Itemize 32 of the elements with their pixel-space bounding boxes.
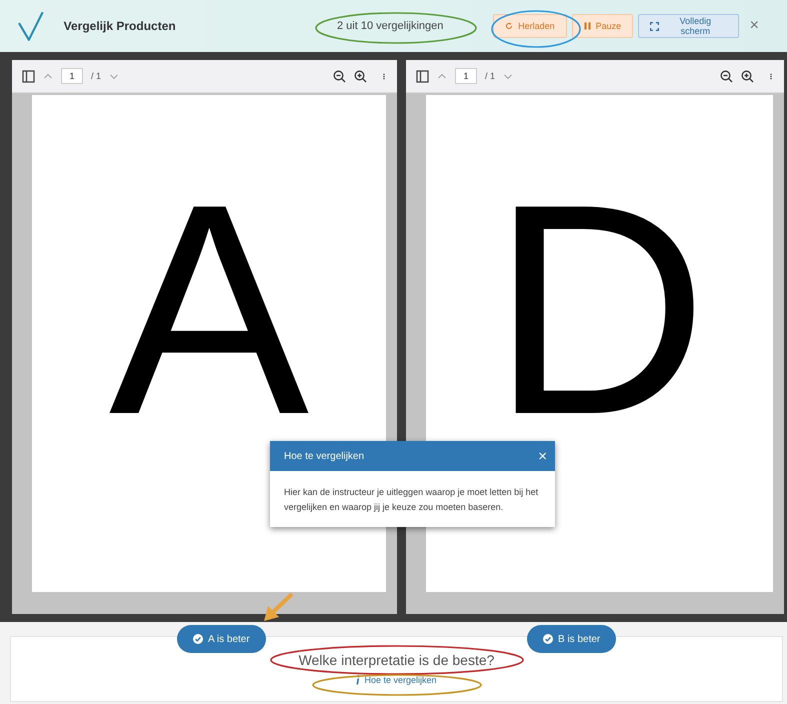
dialog-title: Hoe te vergelijken — [284, 450, 364, 462]
reload-button[interactable]: Herladen — [493, 14, 567, 38]
check-circle-icon — [193, 634, 203, 644]
fullscreen-button[interactable]: Volledig scherm — [638, 14, 739, 38]
pause-icon — [584, 22, 591, 30]
sidebar-toggle-icon[interactable] — [22, 70, 35, 82]
zoom-out-icon[interactable] — [720, 70, 733, 82]
close-button[interactable]: × — [744, 16, 766, 36]
page-number-field[interactable]: 1 — [455, 68, 477, 84]
close-button[interactable]: × — [538, 448, 547, 464]
app-title: Vergelijk Producten — [64, 19, 177, 33]
logo-icon — [18, 11, 44, 41]
fullscreen-icon — [650, 22, 660, 30]
zoom-out-icon[interactable] — [333, 70, 346, 82]
page-number-field[interactable]: 1 — [61, 68, 83, 84]
reload-icon — [505, 22, 514, 30]
check-circle-icon — [543, 634, 553, 644]
progress-counter: 2 uit 10 vergelijkingen — [336, 20, 444, 32]
sidebar-toggle-icon[interactable] — [416, 70, 429, 82]
dialog-text: Hier kan de instructeur je uitleggen waarop je moet letten bij het vergelijken en waarop jij je keuze zou moeten baseren. — [283, 486, 540, 514]
info-icon — [356, 675, 360, 685]
page-count: / 1 — [91, 71, 102, 81]
choice-button[interactable]: A is beter — [177, 625, 266, 653]
choice-button[interactable]: B is beter — [527, 625, 616, 653]
help-link[interactable]: Hoe te vergelijken — [356, 675, 437, 685]
question-text: Welke interpretatie is de beste? — [298, 652, 494, 668]
zoom-in-icon[interactable] — [741, 70, 754, 82]
page-letter: A — [108, 201, 310, 417]
pause-button[interactable]: Pauze — [572, 14, 634, 38]
page-count: / 1 — [485, 71, 496, 81]
page-letter: D — [491, 201, 708, 417]
zoom-in-icon[interactable] — [354, 70, 367, 82]
